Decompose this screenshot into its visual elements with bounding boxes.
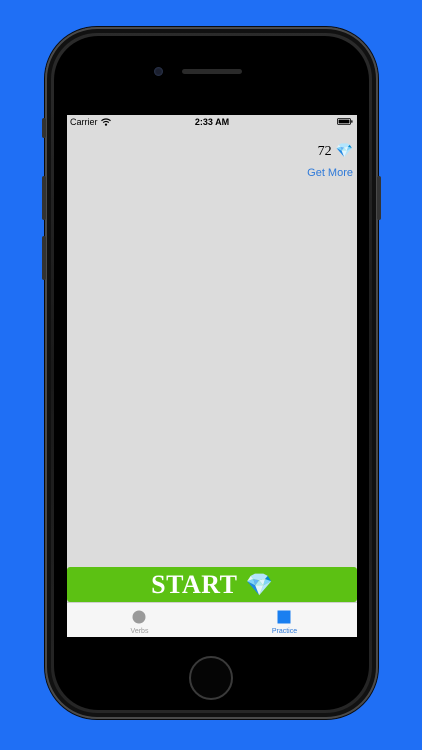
start-button[interactable]: START 💎 (67, 567, 357, 602)
gem-counter: 72 💎 (318, 143, 353, 160)
front-camera (154, 67, 163, 76)
mute-switch (42, 118, 46, 138)
earpiece-speaker (182, 69, 242, 74)
app-screen: Carrier 2:33 AM 72 💎 Get More START 💎 Ve… (67, 115, 357, 637)
diamond-icon: 💎 (245, 571, 273, 597)
get-more-button[interactable]: Get More (307, 167, 353, 179)
tab-verbs-label: Verbs (130, 628, 149, 635)
start-label: START (151, 569, 238, 599)
gem-count: 72 (317, 143, 332, 159)
square-icon (277, 610, 291, 624)
battery-icon (337, 118, 353, 125)
power-button (377, 176, 381, 220)
tab-verbs[interactable]: Verbs (67, 603, 212, 637)
tab-practice[interactable]: Practice (212, 603, 357, 637)
volume-up-button (42, 176, 46, 220)
tab-practice-label: Practice (271, 628, 298, 635)
circle-icon (132, 610, 146, 624)
status-bar: Carrier 2:33 AM (67, 115, 357, 129)
gem-icon: 💎 (335, 144, 353, 159)
status-time: 2:33 AM (194, 117, 230, 127)
volume-down-button (42, 236, 46, 280)
home-button[interactable] (189, 656, 233, 700)
tab-bar: Verbs Practice (67, 602, 357, 637)
